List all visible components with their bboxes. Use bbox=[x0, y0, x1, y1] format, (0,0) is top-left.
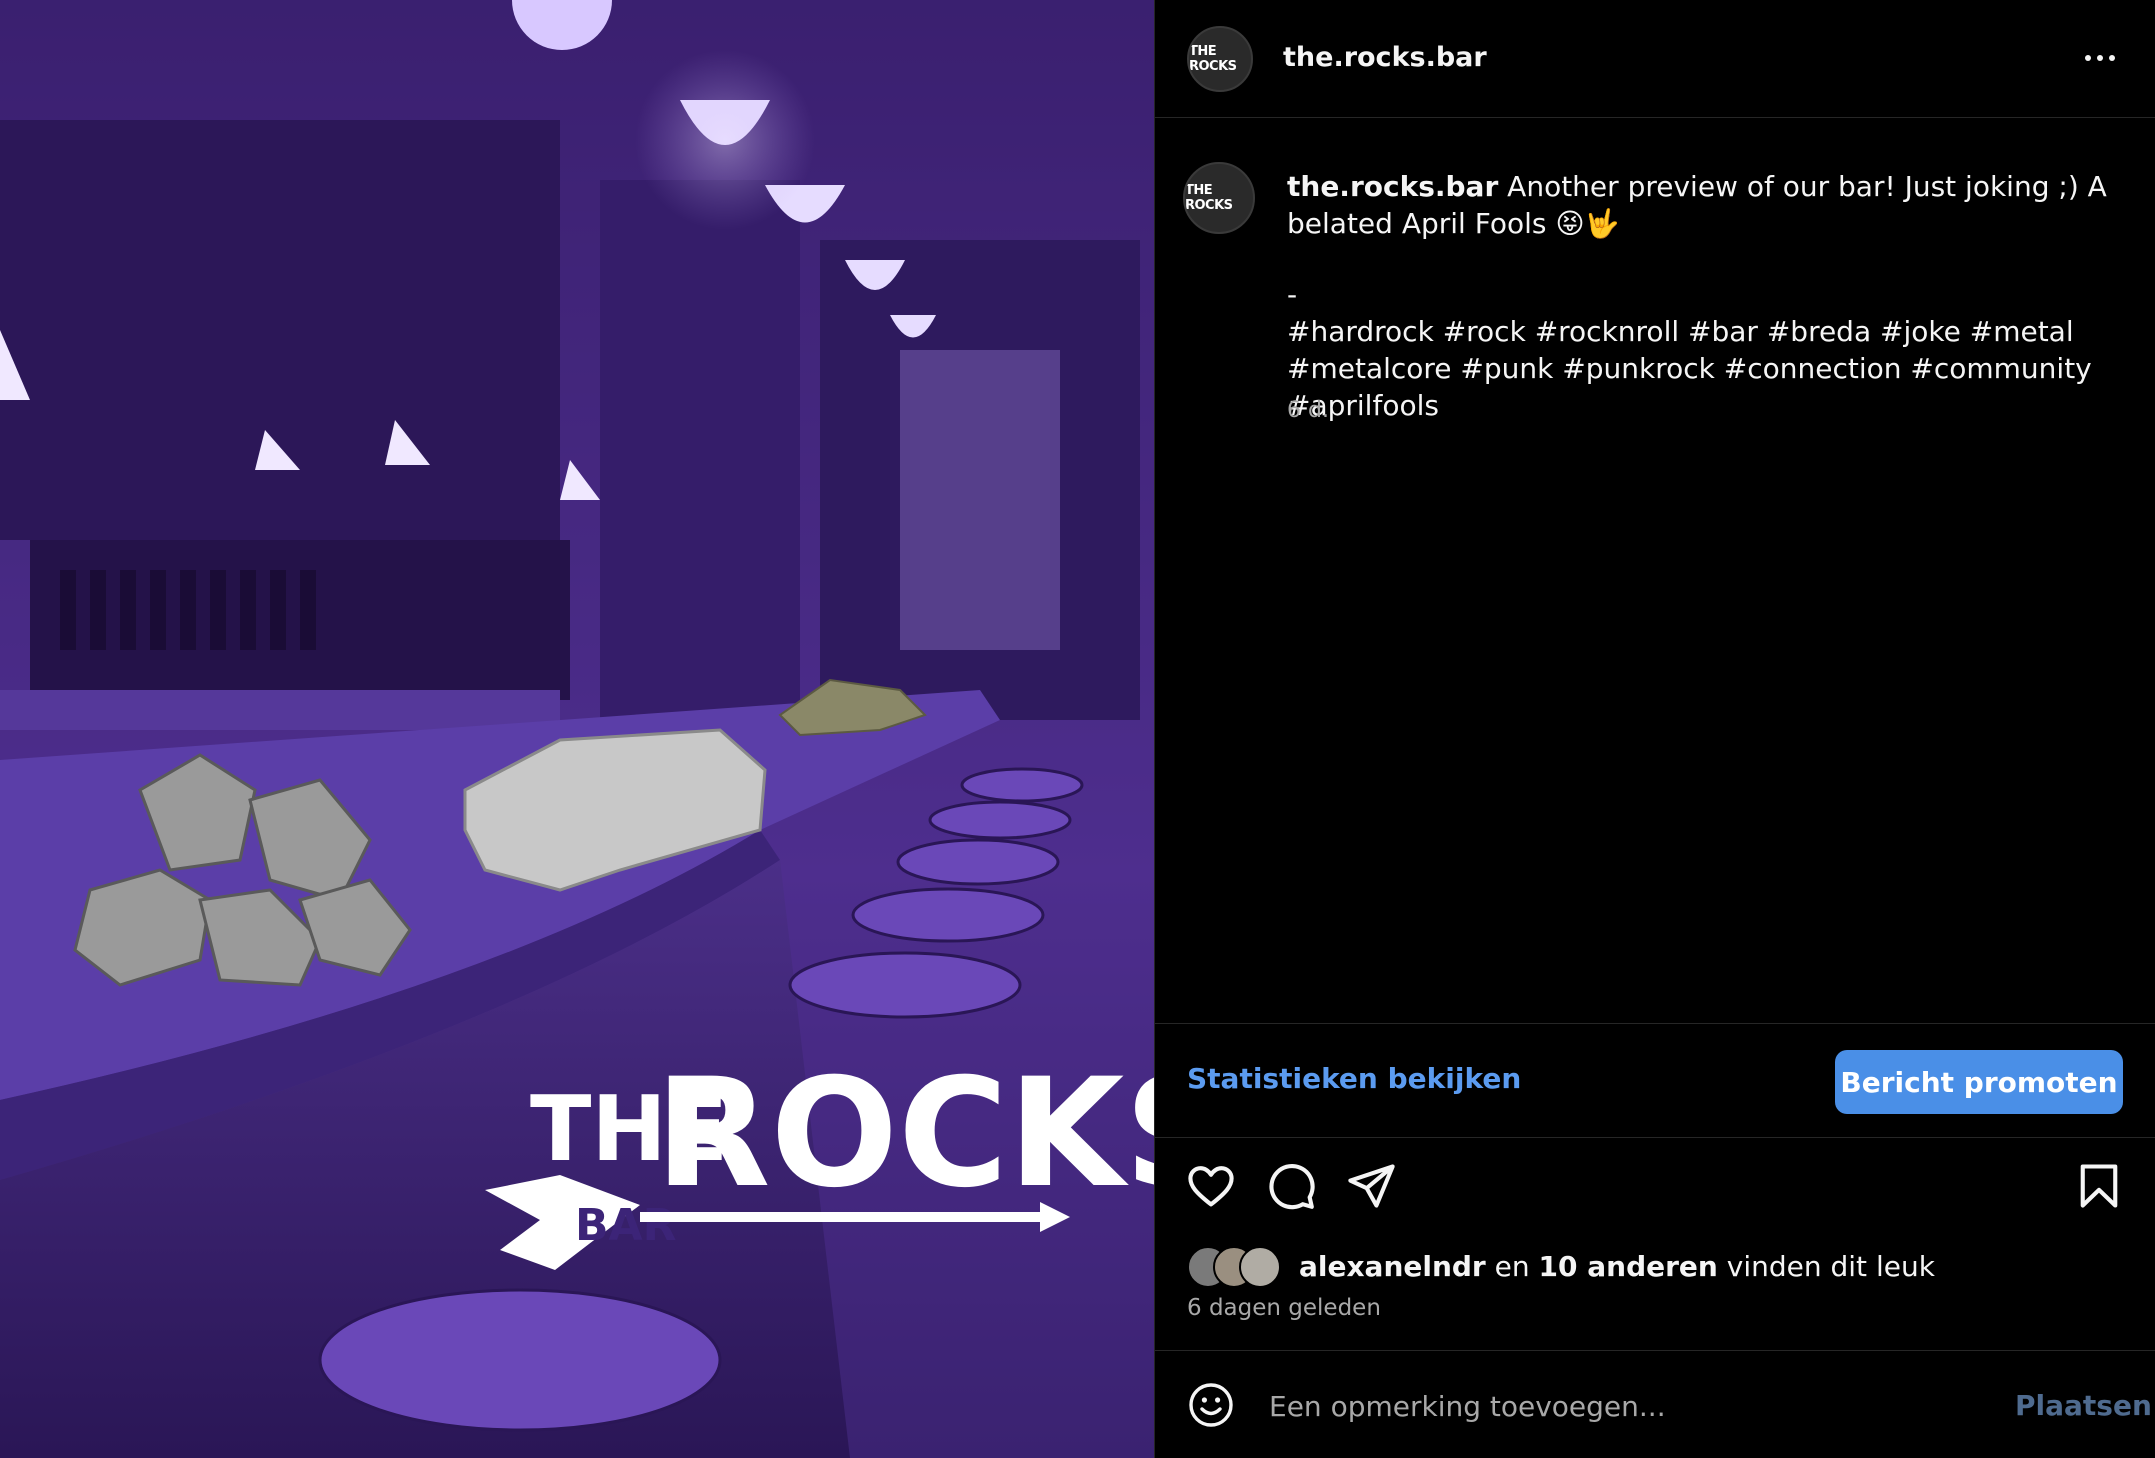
instagram-post-view: THE ROCKS BAR THE ROCKS the.rocks.bar TH… bbox=[0, 0, 2155, 1458]
hashtag-list[interactable]: #hardrock #rock #rocknroll #bar #breda #… bbox=[1287, 313, 2117, 424]
comment-input[interactable] bbox=[1267, 1381, 1951, 1431]
avatar-logo-text: THE ROCKS bbox=[1185, 183, 1233, 213]
bookmark-icon[interactable] bbox=[2073, 1160, 2125, 1212]
likes-others-link[interactable]: 10 anderen bbox=[1539, 1250, 1718, 1283]
logo-rocks-text: ROCKS bbox=[655, 1047, 1154, 1221]
header-username-link[interactable]: the.rocks.bar bbox=[1283, 42, 1487, 73]
promote-post-button[interactable]: Bericht promoten bbox=[1835, 1050, 2123, 1114]
caption-text-block: the.rocks.bar Another preview of our bar… bbox=[1287, 168, 2107, 242]
bar-scene-illustration: THE ROCKS BAR bbox=[0, 0, 1154, 1458]
comment-form: Plaatsen bbox=[1155, 1350, 2155, 1458]
caption-username-link[interactable]: the.rocks.bar bbox=[1287, 170, 1498, 203]
logo-bar-text: BAR bbox=[575, 1200, 676, 1251]
heart-icon[interactable] bbox=[1185, 1160, 1237, 1212]
post-details-panel: THE ROCKS the.rocks.bar THE ROCKS the.ro… bbox=[1154, 0, 2155, 1458]
likes-summary: alexanelndr en 10 anderen vinden dit leu… bbox=[1187, 1244, 2127, 1288]
post-image[interactable]: THE ROCKS BAR bbox=[0, 0, 1154, 1458]
avatar-logo-text: THE ROCKS bbox=[1189, 44, 1237, 74]
likes-connector: en bbox=[1494, 1250, 1530, 1283]
caption-timestamp: 6 d. bbox=[1287, 398, 1329, 423]
likes-text: alexanelndr en 10 anderen vinden dit leu… bbox=[1299, 1250, 1935, 1283]
post-timestamp: 6 dagen geleden bbox=[1187, 1295, 1381, 1321]
likes-suffix: vinden dit leuk bbox=[1726, 1250, 1935, 1283]
view-insights-link[interactable]: Statistieken bekijken bbox=[1187, 1062, 1521, 1095]
emoji-icon[interactable] bbox=[1187, 1381, 1235, 1429]
more-options-icon[interactable] bbox=[2075, 36, 2125, 80]
caption-avatar[interactable]: THE ROCKS bbox=[1183, 162, 1255, 234]
send-icon[interactable] bbox=[1345, 1160, 1397, 1212]
caption-separator: - bbox=[1287, 278, 1298, 311]
liker-avatars[interactable] bbox=[1187, 1246, 1287, 1288]
post-actions bbox=[1155, 1160, 2155, 1220]
promotion-bar: Statistieken bekijken Bericht promoten bbox=[1155, 1023, 2155, 1138]
post-header: THE ROCKS the.rocks.bar bbox=[1155, 0, 2155, 118]
caption-hashtags-block: - #hardrock #rock #rocknroll #bar #breda… bbox=[1287, 276, 2117, 424]
comment-icon[interactable] bbox=[1265, 1160, 1317, 1212]
avatar bbox=[1239, 1246, 1281, 1288]
profile-avatar[interactable]: THE ROCKS bbox=[1187, 26, 1253, 92]
post-comment-button[interactable]: Plaatsen bbox=[2015, 1389, 2152, 1422]
liker-username-link[interactable]: alexanelndr bbox=[1299, 1250, 1486, 1283]
